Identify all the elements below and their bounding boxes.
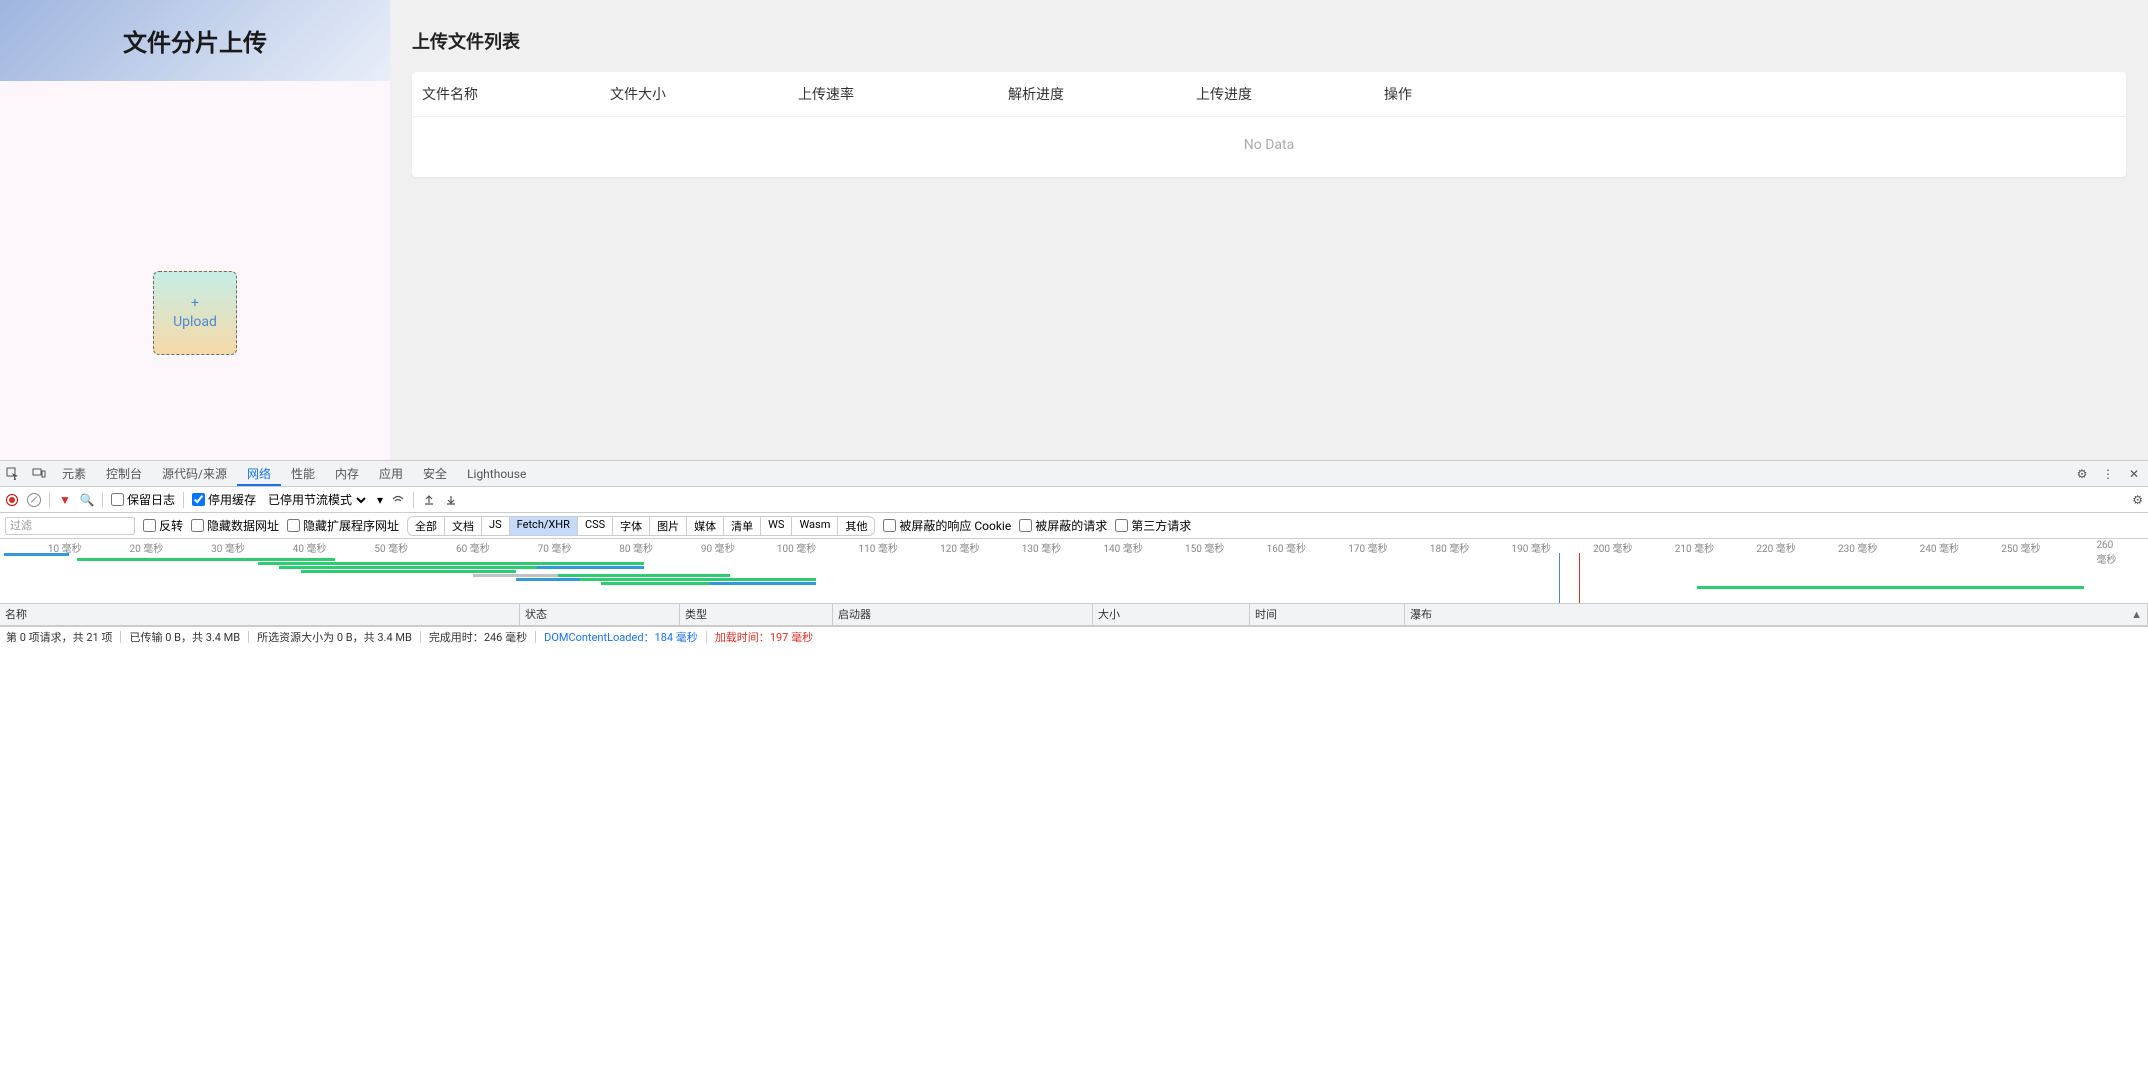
gear-icon[interactable]: ⚙	[2073, 467, 2091, 481]
status-finish-value: 246 毫秒	[484, 629, 527, 645]
page-title: 上传文件列表	[412, 28, 2126, 54]
inspect-icon[interactable]	[0, 467, 26, 481]
throttling-select[interactable]: 已停用节流模式	[264, 492, 369, 508]
col-req-waterfall[interactable]: 瀑布▲	[1405, 604, 2148, 625]
device-icon[interactable]	[26, 467, 52, 481]
status-requests: 第 0 项请求，共 21 项	[6, 629, 112, 645]
col-filesize: 文件大小	[600, 72, 788, 116]
chip-wasm[interactable]: Wasm	[792, 516, 838, 536]
tab-network[interactable]: 网络	[237, 461, 281, 486]
blocked-cookies-checkbox[interactable]: 被屏蔽的响应 Cookie	[883, 517, 1011, 534]
col-parse: 解析进度	[998, 72, 1186, 116]
upload-har-icon[interactable]	[422, 493, 436, 507]
record-button[interactable]	[5, 493, 19, 507]
status-dcl-label: DOMContentLoaded：	[544, 629, 654, 645]
hide-data-urls-checkbox[interactable]: 隐藏数据网址	[191, 517, 279, 534]
status-transferred: 已传输 0 B，共 3.4 MB	[129, 629, 240, 645]
sidebar: 文件分片上传 + Upload	[0, 0, 390, 460]
filter-input[interactable]	[5, 517, 135, 535]
tab-sources[interactable]: 源代码/来源	[152, 461, 237, 486]
chip-doc[interactable]: 文档	[445, 516, 482, 536]
hide-ext-urls-checkbox[interactable]: 隐藏扩展程序网址	[287, 517, 399, 534]
gear-icon[interactable]: ⚙	[2132, 493, 2143, 507]
chip-img[interactable]: 图片	[650, 516, 687, 536]
app-root: 文件分片上传 + Upload 上传文件列表 文件名称 文件大小 上传速率 解析…	[0, 0, 2148, 460]
status-bar: 第 0 项请求，共 21 项 已传输 0 B，共 3.4 MB 所选资源大小为 …	[0, 626, 2148, 646]
kebab-icon[interactable]: ⋮	[2099, 467, 2117, 481]
col-req-status[interactable]: 状态	[520, 604, 680, 625]
file-table: 文件名称 文件大小 上传速率 解析进度 上传进度 操作 No Data	[412, 72, 2126, 177]
status-dcl-value: 184 毫秒	[655, 629, 698, 645]
status-load-value: 197 毫秒	[770, 629, 813, 645]
network-filterbar: 反转 隐藏数据网址 隐藏扩展程序网址 全部 文档 JS Fetch/XHR CS…	[0, 513, 2148, 539]
search-icon[interactable]: 🔍	[80, 493, 94, 507]
upload-button[interactable]: + Upload	[153, 271, 237, 355]
status-resources: 所选资源大小为 0 B，共 3.4 MB	[257, 629, 412, 645]
filter-icon[interactable]: ▼	[58, 493, 72, 507]
status-load-label: 加载时间：	[715, 629, 770, 645]
sidebar-body: + Upload	[0, 81, 390, 460]
disable-cache-checkbox[interactable]: 停用缓存	[192, 491, 256, 508]
tab-lighthouse[interactable]: Lighthouse	[457, 461, 536, 486]
chip-font[interactable]: 字体	[613, 516, 650, 536]
col-upload: 上传进度	[1186, 72, 1374, 116]
close-icon[interactable]: ✕	[2125, 467, 2143, 481]
tab-memory[interactable]: 内存	[325, 461, 369, 486]
tab-security[interactable]: 安全	[413, 461, 457, 486]
tab-console[interactable]: 控制台	[96, 461, 152, 486]
blocked-req-checkbox[interactable]: 被屏蔽的请求	[1019, 517, 1107, 534]
chip-js[interactable]: JS	[482, 516, 510, 536]
chevron-down-icon: ▾	[377, 493, 383, 507]
request-table-header: 名称 状态 类型 启动器 大小 时间 瀑布▲	[0, 604, 2148, 626]
main-panel: 上传文件列表 文件名称 文件大小 上传速率 解析进度 上传进度 操作 No Da…	[390, 0, 2148, 460]
status-finish-label: 完成用时：	[429, 629, 484, 645]
sidebar-header: 文件分片上传	[0, 0, 390, 81]
chip-media[interactable]: 媒体	[687, 516, 724, 536]
plus-icon: +	[191, 296, 199, 310]
tab-elements[interactable]: 元素	[52, 461, 96, 486]
table-empty: No Data	[412, 117, 2126, 177]
chip-css[interactable]: CSS	[578, 516, 613, 536]
overview-waterfall	[0, 553, 2148, 603]
network-overview[interactable]: 10 毫秒 20 毫秒 30 毫秒 40 毫秒 50 毫秒 60 毫秒 70 毫…	[0, 539, 2148, 604]
col-speed: 上传速率	[788, 72, 998, 116]
download-har-icon[interactable]	[444, 493, 458, 507]
table-header: 文件名称 文件大小 上传速率 解析进度 上传进度 操作	[412, 72, 2126, 117]
clear-button[interactable]	[27, 493, 41, 507]
type-filter-chips: 全部 文档 JS Fetch/XHR CSS 字体 图片 媒体 清单 WS Wa…	[407, 516, 875, 536]
devtools-tabs: 元素 控制台 源代码/来源 网络 性能 内存 应用 安全 Lighthouse …	[0, 461, 2148, 487]
chip-ws[interactable]: WS	[761, 516, 792, 536]
col-req-time[interactable]: 时间	[1250, 604, 1405, 625]
invert-checkbox[interactable]: 反转	[143, 517, 183, 534]
tab-performance[interactable]: 性能	[281, 461, 325, 486]
sort-asc-icon: ▲	[2131, 604, 2142, 626]
chip-fetch-xhr[interactable]: Fetch/XHR	[510, 516, 578, 536]
upload-label: Upload	[173, 314, 217, 330]
col-req-type[interactable]: 类型	[680, 604, 833, 625]
overview-ticks: 10 毫秒 20 毫秒 30 毫秒 40 毫秒 50 毫秒 60 毫秒 70 毫…	[0, 539, 2148, 553]
col-req-initiator[interactable]: 启动器	[833, 604, 1093, 625]
col-req-name[interactable]: 名称	[0, 604, 520, 625]
sidebar-title: 文件分片上传	[123, 23, 267, 58]
col-req-size[interactable]: 大小	[1093, 604, 1250, 625]
request-table: 名称 状态 类型 启动器 大小 时间 瀑布▲	[0, 604, 2148, 626]
tab-application[interactable]: 应用	[369, 461, 413, 486]
wifi-icon[interactable]	[391, 493, 405, 507]
third-party-checkbox[interactable]: 第三方请求	[1115, 517, 1191, 534]
col-action: 操作	[1374, 72, 2126, 116]
chip-manifest[interactable]: 清单	[724, 516, 761, 536]
chip-other[interactable]: 其他	[838, 516, 875, 536]
chip-all[interactable]: 全部	[407, 516, 445, 536]
col-filename: 文件名称	[412, 72, 600, 116]
network-toolbar: ▼ 🔍 保留日志 停用缓存 已停用节流模式 ▾ ⚙	[0, 487, 2148, 513]
preserve-log-checkbox[interactable]: 保留日志	[111, 491, 175, 508]
devtools: 元素 控制台 源代码/来源 网络 性能 内存 应用 安全 Lighthouse …	[0, 460, 2148, 646]
